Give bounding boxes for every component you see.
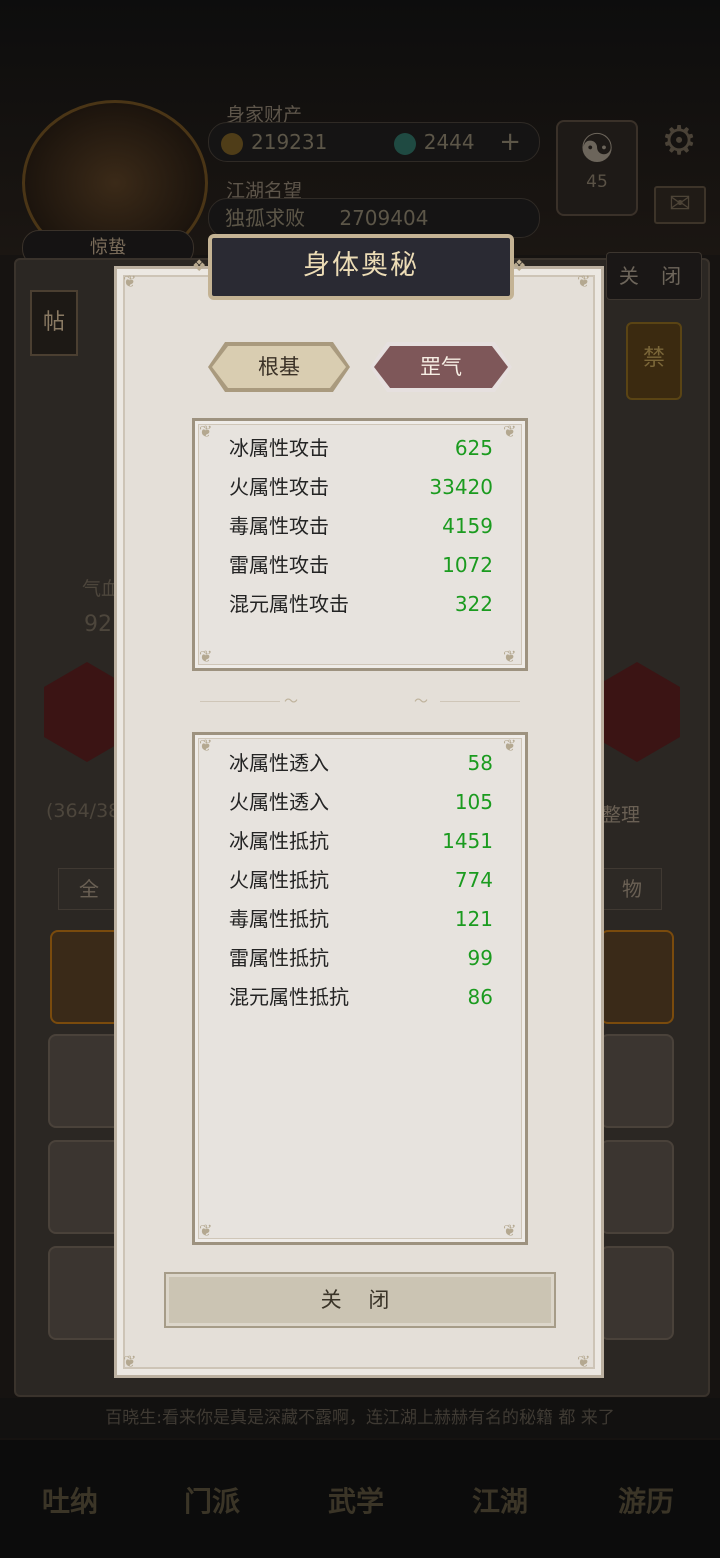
title-ornament-icon: ❖ (512, 256, 527, 275)
background-close-button: 关 闭 (606, 252, 702, 300)
tab-all: 全 (58, 868, 120, 910)
hp-value: 92 (84, 612, 112, 637)
tab-item: 物 (602, 868, 662, 910)
corner-ornament-icon: ❦ (123, 272, 137, 291)
stat-value: 105 (454, 790, 493, 814)
stat-row: 冰属性透入 58 (229, 744, 493, 783)
stat-row: 冰属性抵抗 1451 (229, 822, 493, 861)
corner-ornament-icon: ❦ (503, 422, 517, 441)
inventory-slot (48, 1246, 122, 1340)
stat-name: 火属性攻击 (229, 475, 329, 499)
stat-name: 毒属性抵抗 (229, 907, 329, 931)
stat-name: 冰属性抵抗 (229, 829, 329, 853)
corner-ornament-icon: ❦ (123, 1352, 137, 1371)
news-marquee: 百晓生:看来你是真是深藏不露啊，连江湖上赫赫有名的秘籍 都 来了 (0, 1398, 720, 1438)
attack-stats-panel: ❦ ❦ ❦ ❦ 冰属性攻击 625 火属性攻击 33420 毒属性攻击 4159… (192, 418, 528, 671)
corner-ornament-icon: ❦ (199, 647, 213, 666)
rank-title: 独孤求败 (225, 206, 305, 230)
stat-row: 雷属性攻击 1072 (229, 546, 493, 585)
stat-row: 火属性攻击 33420 (229, 468, 493, 507)
stat-row: 冰属性攻击 625 (229, 429, 493, 468)
inventory-slot (600, 1034, 674, 1128)
currency-bar: 219231 2444 + (208, 122, 540, 162)
stat-name: 火属性抵抗 (229, 868, 329, 892)
nav-jianghu: 江湖 (471, 1485, 528, 1518)
resist-stats-panel: ❦ ❦ ❦ ❦ 冰属性透入 58 火属性透入 105 冰属性抵抗 1451 火属… (192, 732, 528, 1245)
inventory-slot (600, 930, 674, 1024)
corner-ornament-icon: ❦ (503, 736, 517, 755)
close-button[interactable]: 关 闭 (164, 1272, 556, 1328)
inventory-slot (48, 1140, 122, 1234)
stat-value: 121 (454, 907, 493, 931)
stat-value: 86 (467, 985, 493, 1009)
yin-yang-icon: ☯ (579, 126, 615, 172)
nav-travel: 游历 (617, 1485, 674, 1518)
stat-name: 冰属性透入 (229, 751, 329, 775)
nav-martial: 武学 (327, 1485, 384, 1518)
stat-name: 雷属性攻击 (229, 553, 329, 577)
corner-ornament-icon: ❦ (577, 272, 591, 291)
stat-value: 33420 (429, 475, 493, 499)
reputation-bar: 独孤求败 2709404 (208, 198, 540, 238)
stat-value: 1451 (442, 829, 493, 853)
nav-tuna: 吐纳 (41, 1485, 98, 1518)
stat-value: 58 (467, 751, 493, 775)
swirl-ornament-icon: 〜 (284, 694, 298, 710)
add-currency-icon: + (499, 127, 521, 157)
stat-value: 625 (454, 436, 493, 460)
inventory-slot (600, 1140, 674, 1234)
stat-value: 99 (467, 946, 493, 970)
swirl-ornament-icon: 〜 (414, 694, 428, 710)
nav-sect: 门派 (183, 1485, 240, 1518)
sect-emblem: ☯ 45 (556, 120, 638, 216)
corner-ornament-icon: ❦ (199, 736, 213, 755)
stat-name: 冰属性攻击 (229, 436, 329, 460)
stat-row: 毒属性攻击 4159 (229, 507, 493, 546)
coin-icon (221, 132, 243, 155)
stat-name: 毒属性攻击 (229, 514, 329, 538)
stat-value: 322 (454, 592, 493, 616)
corner-ornament-icon: ❦ (503, 1221, 517, 1240)
inventory-slot (600, 1246, 674, 1340)
screen: 惊蛰 身家财产 219231 2444 + 江湖名望 独孤求败 2709404 … (0, 0, 720, 1558)
stat-name: 混元属性抵抗 (229, 985, 349, 1009)
corner-ornament-icon: ❦ (199, 422, 213, 441)
gem-count: 2444 (423, 130, 475, 154)
tab-gangqi[interactable]: 罡气 (370, 342, 512, 392)
corner-ornament-icon: ❦ (577, 1352, 591, 1371)
tab-foundation[interactable]: 根基 (208, 342, 350, 392)
stat-name: 雷属性抵抗 (229, 946, 329, 970)
stat-value: 4159 (442, 514, 493, 538)
corner-ornament-icon: ❦ (503, 647, 517, 666)
mail-icon: ✉ (654, 186, 706, 224)
stat-row: 火属性透入 105 (229, 783, 493, 822)
stat-value: 1072 (442, 553, 493, 577)
dialog-title: 身体奥秘 (208, 234, 514, 300)
stat-row: 火属性抵抗 774 (229, 861, 493, 900)
gear-icon: ⚙ (661, 118, 697, 164)
coin-count: 219231 (251, 130, 328, 154)
inventory-slot (48, 1034, 122, 1128)
stat-row: 混元属性抵抗 86 (229, 978, 493, 1017)
stat-name: 混元属性攻击 (229, 592, 349, 616)
stat-name: 火属性透入 (229, 790, 329, 814)
emblem-level: 45 (586, 172, 608, 192)
reputation-value: 2709404 (339, 206, 429, 230)
tab-foundation-label: 根基 (258, 355, 300, 379)
section-divider: 〜 〜 (200, 694, 520, 710)
medal-icon: 禁 (626, 322, 682, 400)
stat-row: 混元属性攻击 322 (229, 585, 493, 624)
tab-gangqi-label: 罡气 (420, 355, 462, 379)
inventory-slot (50, 930, 124, 1024)
stat-value: 774 (454, 868, 493, 892)
stat-row: 毒属性抵抗 121 (229, 900, 493, 939)
sort-button: 整理 (602, 804, 641, 826)
invitation-icon: 帖 (30, 290, 78, 356)
stat-row: 雷属性抵抗 99 (229, 939, 493, 978)
corner-ornament-icon: ❦ (199, 1221, 213, 1240)
bag-capacity: (364/38 (46, 800, 121, 822)
gem-icon (393, 132, 416, 155)
